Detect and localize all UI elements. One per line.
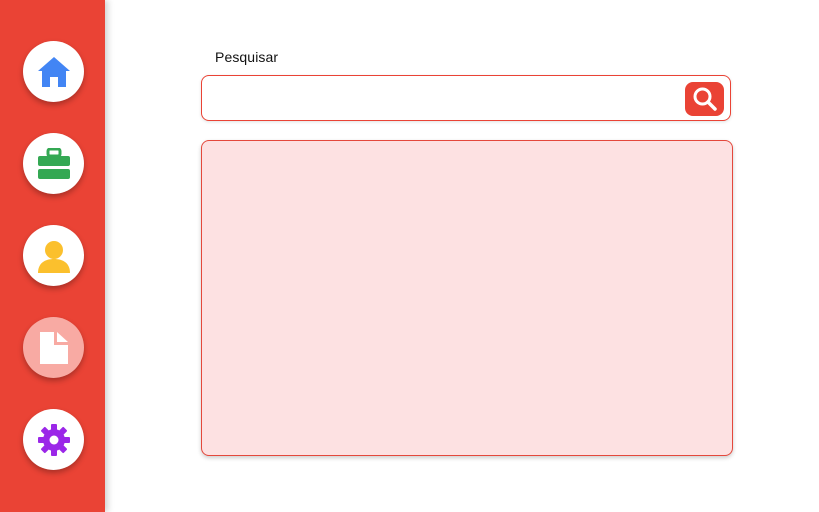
search-icon (693, 87, 717, 111)
document-icon (39, 331, 68, 364)
user-icon (37, 240, 70, 273)
search-bar (201, 75, 731, 121)
search-input[interactable] (212, 84, 676, 114)
briefcase-icon (37, 147, 70, 179)
sidebar-item-home[interactable] (23, 41, 84, 102)
sidebar-item-user[interactable] (23, 225, 84, 286)
search-button[interactable] (685, 82, 724, 116)
results-panel (201, 140, 733, 456)
sidebar (0, 0, 105, 512)
sidebar-item-documents[interactable] (23, 317, 84, 378)
sidebar-item-work[interactable] (23, 133, 84, 194)
gear-icon (37, 423, 70, 456)
sidebar-item-settings[interactable] (23, 409, 84, 470)
search-label: Pesquisar (215, 49, 279, 65)
app-window: Pesquisar (0, 0, 819, 512)
home-icon (37, 56, 70, 87)
